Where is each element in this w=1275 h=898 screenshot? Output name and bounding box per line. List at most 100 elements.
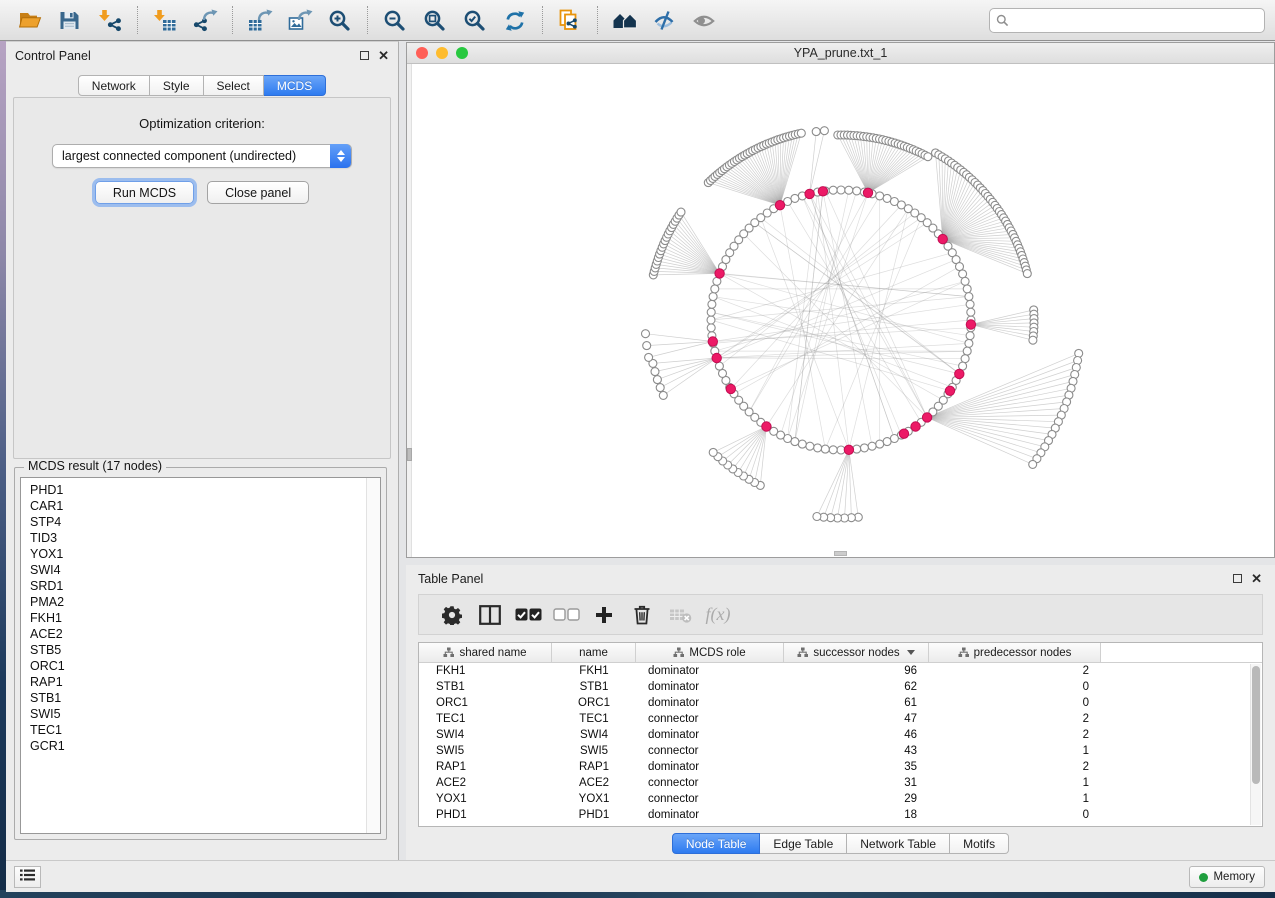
close-table-panel-icon[interactable]: ✕: [1251, 574, 1262, 583]
table-mode-gear-button[interactable]: [433, 605, 471, 625]
export-network-button[interactable]: [185, 3, 225, 37]
search-field[interactable]: [989, 8, 1265, 33]
mcds-result-item[interactable]: YOX1: [30, 546, 366, 562]
float-window-icon[interactable]: [360, 51, 369, 60]
table-row[interactable]: PHD1PHD1dominator180: [419, 807, 1262, 823]
table-row[interactable]: RAP1RAP1dominator352: [419, 759, 1262, 775]
tab-edge-table[interactable]: Edge Table: [760, 833, 847, 854]
tab-mcds[interactable]: MCDS: [264, 75, 326, 96]
deselect-all-rows-button[interactable]: [547, 608, 585, 622]
table-row[interactable]: TEC1TEC1connector472: [419, 711, 1262, 727]
import-table-button[interactable]: [145, 3, 185, 37]
table-scrollbar[interactable]: [1250, 664, 1261, 825]
column-header-mcds-role[interactable]: MCDS role: [636, 643, 784, 662]
mcds-result-item[interactable]: STB1: [30, 690, 366, 706]
mcds-result-item[interactable]: CAR1: [30, 498, 366, 514]
column-header-predecessor-nodes[interactable]: predecessor nodes: [929, 643, 1101, 662]
refresh-button[interactable]: [495, 3, 535, 37]
mcds-result-item[interactable]: STP4: [30, 514, 366, 530]
first-neighbors-button[interactable]: [605, 3, 645, 37]
toolbar-separator: [542, 6, 543, 34]
optimization-criterion-select[interactable]: largest connected component (undirected): [52, 144, 352, 168]
run-mcds-button[interactable]: Run MCDS: [95, 181, 194, 204]
optimization-criterion-value: largest connected component (undirected): [62, 149, 296, 163]
table-header-row: shared namenameMCDS rolesuccessor nodesp…: [419, 643, 1262, 663]
mcds-result-item[interactable]: RAP1: [30, 674, 366, 690]
close-panel-button[interactable]: Close panel: [207, 181, 309, 204]
close-panel-icon[interactable]: ✕: [378, 51, 389, 60]
mcds-result-item[interactable]: STB5: [30, 642, 366, 658]
maximize-window-icon[interactable]: [456, 47, 468, 59]
tab-select[interactable]: Select: [204, 75, 264, 96]
column-header-name[interactable]: name: [552, 643, 636, 662]
mcds-result-item[interactable]: ORC1: [30, 658, 366, 674]
import-network-button[interactable]: [90, 3, 130, 37]
mcds-result-item[interactable]: SWI5: [30, 706, 366, 722]
cell-mcds-role: connector: [636, 791, 784, 807]
column-header-successor-nodes[interactable]: successor nodes: [784, 643, 929, 662]
show-all-button[interactable]: [685, 3, 725, 37]
network-graph[interactable]: [407, 64, 1274, 557]
tab-motifs[interactable]: Motifs: [950, 833, 1009, 854]
select-all-rows-button[interactable]: [509, 608, 547, 622]
cell-predecessor-nodes: 1: [929, 791, 1101, 807]
mcds-result-item[interactable]: SWI4: [30, 562, 366, 578]
mcds-result-list[interactable]: PHD1CAR1STP4TID3YOX1SWI4SRD1PMA2FKH1ACE2…: [20, 477, 381, 834]
tab-node-table[interactable]: Node Table: [672, 833, 761, 854]
tab-style[interactable]: Style: [150, 75, 204, 96]
search-input[interactable]: [1009, 12, 1258, 28]
memory-button[interactable]: Memory: [1189, 866, 1265, 888]
save-button[interactable]: [50, 3, 90, 37]
mcds-result-item[interactable]: PHD1: [30, 482, 366, 498]
mcds-result-item[interactable]: SRD1: [30, 578, 366, 594]
cell-mcds-role: dominator: [636, 727, 784, 743]
mcds-result-item[interactable]: ACE2: [30, 626, 366, 642]
zoom-selected-button[interactable]: [455, 3, 495, 37]
task-history-button[interactable]: [14, 866, 41, 888]
cell-successor-nodes: 31: [784, 775, 929, 791]
network-window-titlebar[interactable]: YPA_prune.txt_1: [407, 43, 1274, 64]
cell-shared-name: ORC1: [419, 695, 552, 711]
zoom-fit-button[interactable]: [415, 3, 455, 37]
table-mode-gear-icon: [442, 605, 462, 625]
mcds-result-item[interactable]: FKH1: [30, 610, 366, 626]
cell-shared-name: PHD1: [419, 807, 552, 823]
new-column-button[interactable]: [585, 606, 623, 624]
float-table-panel-icon[interactable]: [1233, 574, 1242, 583]
zoom-out-button[interactable]: [375, 3, 415, 37]
table-row[interactable]: ORC1ORC1dominator610: [419, 695, 1262, 711]
tab-network-table[interactable]: Network Table: [847, 833, 950, 854]
column-header-shared-name[interactable]: shared name: [419, 643, 552, 662]
network-vertical-scrollbar[interactable]: [407, 64, 412, 557]
tab-network[interactable]: Network: [78, 75, 150, 96]
export-image-button[interactable]: [280, 3, 320, 37]
cell-name: PHD1: [552, 807, 636, 823]
network-canvas[interactable]: [407, 64, 1274, 557]
close-window-icon[interactable]: [416, 47, 428, 59]
mcds-list-scrollbar[interactable]: [366, 478, 380, 833]
control-panel-title: Control Panel: [15, 49, 91, 63]
show-hide-columns-button[interactable]: [471, 605, 509, 625]
table-row[interactable]: STB1STB1dominator620: [419, 679, 1262, 695]
mcds-result-item[interactable]: GCR1: [30, 738, 366, 754]
table-row[interactable]: SWI5SWI5connector431: [419, 743, 1262, 759]
table-row[interactable]: FKH1FKH1dominator962: [419, 663, 1262, 679]
delete-columns-button[interactable]: [623, 604, 661, 625]
hide-selected-button[interactable]: [645, 3, 685, 37]
network-horizontal-scrollbar[interactable]: [834, 551, 847, 556]
mcds-result-item[interactable]: TID3: [30, 530, 366, 546]
zoom-in-button[interactable]: [320, 3, 360, 37]
new-network-from-selection-button[interactable]: [550, 3, 590, 37]
table-row[interactable]: YOX1YOX1connector291: [419, 791, 1262, 807]
table-row[interactable]: SWI4SWI4dominator462: [419, 727, 1262, 743]
open-button[interactable]: [10, 3, 50, 37]
table-row[interactable]: ACE2ACE2connector311: [419, 775, 1262, 791]
minimize-window-icon[interactable]: [436, 47, 448, 59]
table-scrollbar-thumb[interactable]: [1252, 666, 1260, 784]
cell-mcds-role: dominator: [636, 759, 784, 775]
table-toolbar: f(x): [418, 594, 1263, 635]
mcds-result-item[interactable]: TEC1: [30, 722, 366, 738]
export-table-button[interactable]: [240, 3, 280, 37]
mcds-result-title: MCDS result (17 nodes): [24, 459, 166, 473]
mcds-result-item[interactable]: PMA2: [30, 594, 366, 610]
